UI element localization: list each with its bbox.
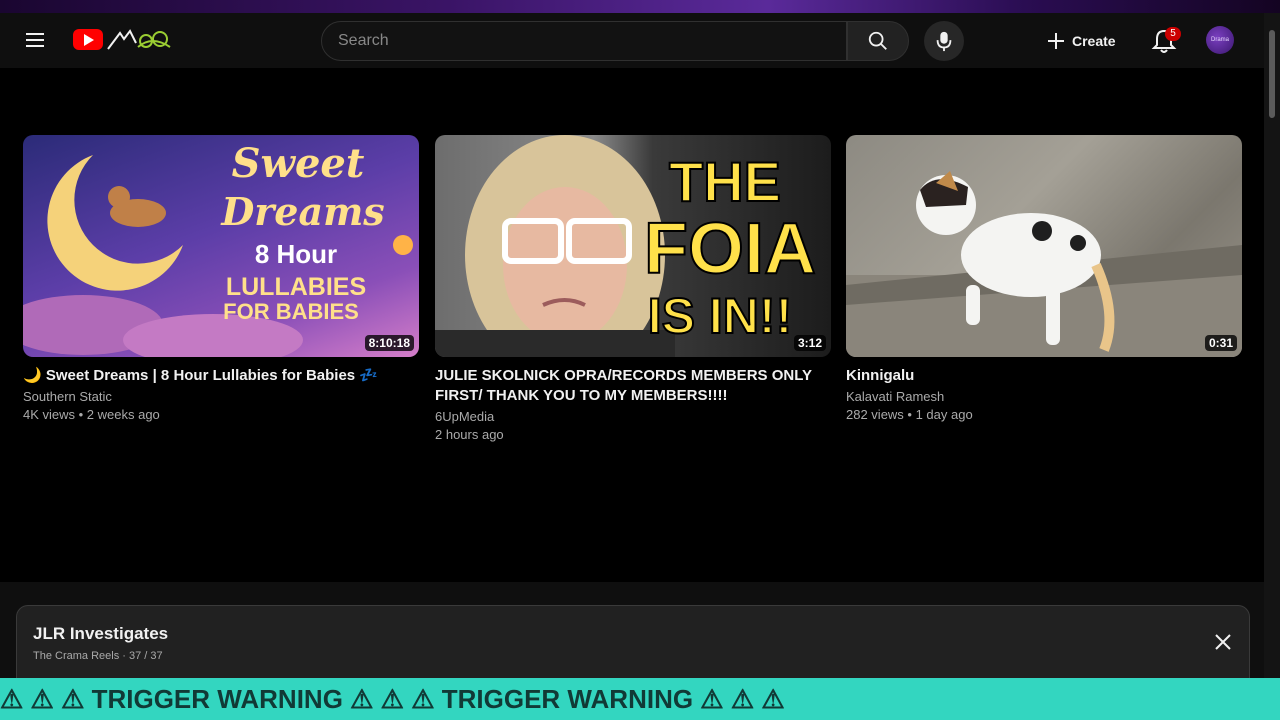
video-metadata: 4K views • 2 weeks ago — [23, 407, 160, 422]
thumb-text-is-in: IS IN!! — [648, 288, 792, 344]
video-card[interactable]: Sweet Dreams 8 Hour LULLABIES FOR BABIES… — [23, 135, 419, 424]
video-title[interactable]: 🌙 Sweet Dreams | 8 Hour Lullabies for Ba… — [23, 366, 419, 386]
video-channel-name[interactable]: 6UpMedia — [435, 408, 831, 426]
avatar[interactable]: Drama — [1206, 26, 1234, 54]
video-thumbnail[interactable]: THE FOIA IS IN!! 3:12 — [435, 135, 831, 357]
cat-thumbnail-art — [846, 171, 1242, 357]
trigger-warning-text: ⚠ ⚠ ⚠ TRIGGER WARNING ⚠ ⚠ ⚠ TRIGGER WARN… — [0, 683, 785, 714]
close-icon[interactable] — [1213, 632, 1233, 652]
video-card[interactable]: 0:31 Kinnigalu Kalavati Ramesh 282 views… — [846, 135, 1242, 424]
thumb-text-sweet: Sweet — [232, 140, 365, 187]
foia-thumbnail-art: THE FOIA IS IN!! — [435, 135, 817, 357]
video-duration-badge: 0:31 — [1204, 335, 1237, 351]
video-channel-name[interactable]: Kalavati Ramesh — [846, 388, 1242, 406]
trigger-warning-banner: ⚠ ⚠ ⚠ TRIGGER WARNING ⚠ ⚠ ⚠ TRIGGER WARN… — [0, 678, 1280, 720]
menu-icon[interactable] — [22, 29, 48, 53]
playlist-title[interactable]: JLR Investigates — [33, 624, 168, 644]
video-metadata: 282 views • 1 day ago — [846, 407, 973, 422]
video-thumbnail[interactable]: Sweet Dreams 8 Hour LULLABIES FOR BABIES… — [23, 135, 419, 357]
thumb-text-dreams: Dreams — [220, 189, 384, 234]
video-metadata: 2 hours ago — [435, 427, 504, 442]
thumb-text-the: THE — [669, 150, 781, 213]
microphone-icon — [936, 31, 952, 52]
plus-icon — [1048, 33, 1064, 49]
search-button[interactable] — [847, 21, 909, 61]
video-title[interactable]: Kinnigalu — [846, 366, 1242, 386]
doodle-logo-icon[interactable] — [106, 27, 174, 53]
thumb-text-hours: 8 Hour — [255, 239, 337, 269]
search-icon — [868, 31, 887, 50]
top-gradient-strip — [0, 0, 1280, 13]
video-title[interactable]: JULIE SKOLNICK OPRA/RECORDS MEMBERS ONLY… — [435, 366, 831, 406]
create-button[interactable]: Create — [1046, 27, 1116, 55]
video-card[interactable]: THE FOIA IS IN!! 3:12 JULIE SKOLNICK OPR… — [435, 135, 831, 444]
video-thumbnail[interactable]: 0:31 — [846, 135, 1242, 357]
youtube-logo-icon[interactable] — [73, 29, 103, 50]
voice-search-button[interactable] — [924, 21, 964, 61]
video-duration-badge: 8:10:18 — [364, 335, 414, 351]
notification-count-badge: 5 — [1165, 27, 1181, 41]
masthead: Search Create 5 Drama — [0, 13, 1264, 68]
video-duration-badge: 3:12 — [793, 335, 826, 351]
thumb-text-lullabies: LULLABIES — [226, 273, 366, 301]
thumb-text-for-babies: FOR BABIES — [223, 299, 359, 324]
lullaby-thumbnail-art: Sweet Dreams 8 Hour LULLABIES FOR BABIES — [23, 140, 413, 357]
video-channel-name[interactable]: Southern Static — [23, 388, 419, 406]
playlist-subtitle: The Crama Reels · 37 / 37 — [33, 650, 163, 662]
create-label: Create — [1072, 33, 1116, 49]
thumb-text-foia: FOIA — [644, 209, 816, 289]
scrollbar-thumb[interactable] — [1269, 30, 1275, 118]
search-input[interactable]: Search — [321, 21, 847, 61]
